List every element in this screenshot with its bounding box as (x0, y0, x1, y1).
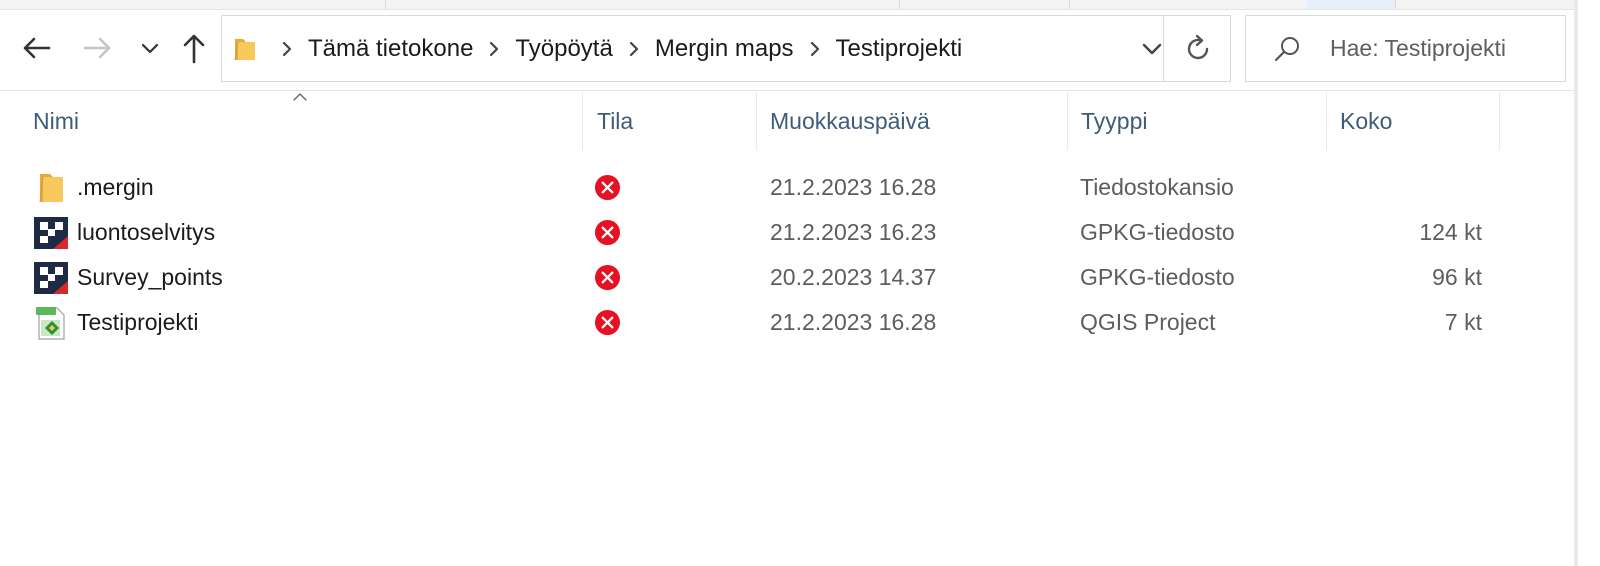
window-top-strip (0, 0, 1578, 10)
file-type: GPKG-tiedosto (1080, 219, 1235, 245)
column-header-label: Nimi (33, 107, 79, 134)
breadcrumb-item[interactable]: Työpöytä (515, 35, 612, 63)
error-icon (594, 219, 621, 246)
toolbar-divider (0, 90, 1574, 91)
error-icon (594, 174, 621, 201)
file-row[interactable]: Testiprojekti 21.2.2023 16.28 QGIS Proje… (0, 300, 1500, 345)
up-button[interactable] (176, 14, 212, 82)
column-header-size[interactable]: Koko (1327, 92, 1500, 150)
column-header-status[interactable]: Tila (584, 92, 757, 150)
top-strip-segment (0, 0, 386, 9)
search-box[interactable] (1245, 15, 1566, 82)
breadcrumb-chevron-icon[interactable] (794, 41, 836, 57)
file-row[interactable]: .mergin 21.2.2023 16.28 Tiedostokansio (0, 165, 1500, 210)
refresh-icon (1187, 34, 1208, 59)
top-strip-segment (385, 0, 900, 9)
file-type: QGIS Project (1080, 309, 1216, 335)
file-size: 124 kt (1419, 219, 1482, 245)
file-size (1340, 165, 1482, 210)
gpkg-file-icon (34, 217, 68, 249)
column-header-name[interactable]: Nimi (20, 92, 583, 150)
recent-locations-button[interactable] (132, 14, 168, 82)
refresh-button[interactable] (1164, 16, 1231, 81)
file-size: 7 kt (1444, 309, 1482, 335)
column-header-label: Tila (597, 107, 634, 134)
gpkg-file-icon (34, 262, 68, 294)
top-strip-segment (1069, 0, 1308, 9)
forward-arrow-icon (83, 37, 111, 59)
forward-button[interactable] (80, 14, 116, 82)
file-row[interactable]: luontoselvitys 21.2.2023 16.23 GPKG-tied… (0, 210, 1500, 255)
address-bar[interactable]: Tämä tietokone Työpöytä Mergin maps Test… (221, 15, 1231, 82)
error-icon (594, 264, 621, 291)
top-strip-segment (899, 0, 1070, 9)
back-button[interactable] (18, 14, 54, 82)
breadcrumb-item[interactable]: Mergin maps (655, 35, 794, 63)
search-input[interactable] (1330, 16, 1560, 81)
column-header-label: Muokkauspäivä (770, 107, 930, 134)
top-strip-segment (1307, 0, 1396, 9)
breadcrumb-item[interactable]: Testiprojekti (836, 35, 963, 63)
back-arrow-icon (23, 37, 51, 59)
background (1578, 0, 1600, 566)
chevron-down-icon (1142, 43, 1162, 54)
search-icon (1274, 37, 1299, 62)
column-header-type[interactable]: Tyyppi (1068, 92, 1327, 150)
file-size: 96 kt (1432, 264, 1482, 290)
error-icon (594, 309, 621, 336)
file-row[interactable]: Survey_points 20.2.2023 14.37 GPKG-tiedo… (0, 255, 1500, 300)
column-header-label: Tyyppi (1081, 107, 1148, 134)
file-modified: 21.2.2023 16.28 (770, 309, 937, 335)
column-header-label: Koko (1340, 107, 1393, 134)
file-modified: 20.2.2023 14.37 (770, 264, 937, 290)
file-modified: 21.2.2023 16.23 (770, 219, 937, 245)
file-name: luontoselvitys (77, 219, 216, 245)
folder-icon (39, 174, 63, 203)
breadcrumb-item[interactable]: Tämä tietokone (308, 35, 473, 63)
breadcrumb-chevron-icon[interactable] (473, 41, 515, 57)
up-arrow-icon (183, 34, 205, 64)
file-type: Tiedostokansio (1080, 174, 1234, 200)
file-type: GPKG-tiedosto (1080, 264, 1235, 290)
breadcrumb-chevron-icon[interactable] (613, 41, 655, 57)
file-name: Survey_points (77, 264, 223, 290)
file-name: Testiprojekti (77, 309, 199, 335)
breadcrumb-chevron-icon[interactable] (266, 41, 308, 57)
file-name: .mergin (77, 174, 154, 200)
breadcrumb: Tämä tietokone Työpöytä Mergin maps Test… (266, 16, 962, 81)
column-header-modified[interactable]: Muokkauspäivä (757, 92, 1068, 150)
file-modified: 21.2.2023 16.28 (770, 174, 937, 200)
chevron-down-icon (141, 43, 159, 54)
folder-icon (234, 39, 255, 61)
qgs-file-icon (36, 307, 65, 340)
